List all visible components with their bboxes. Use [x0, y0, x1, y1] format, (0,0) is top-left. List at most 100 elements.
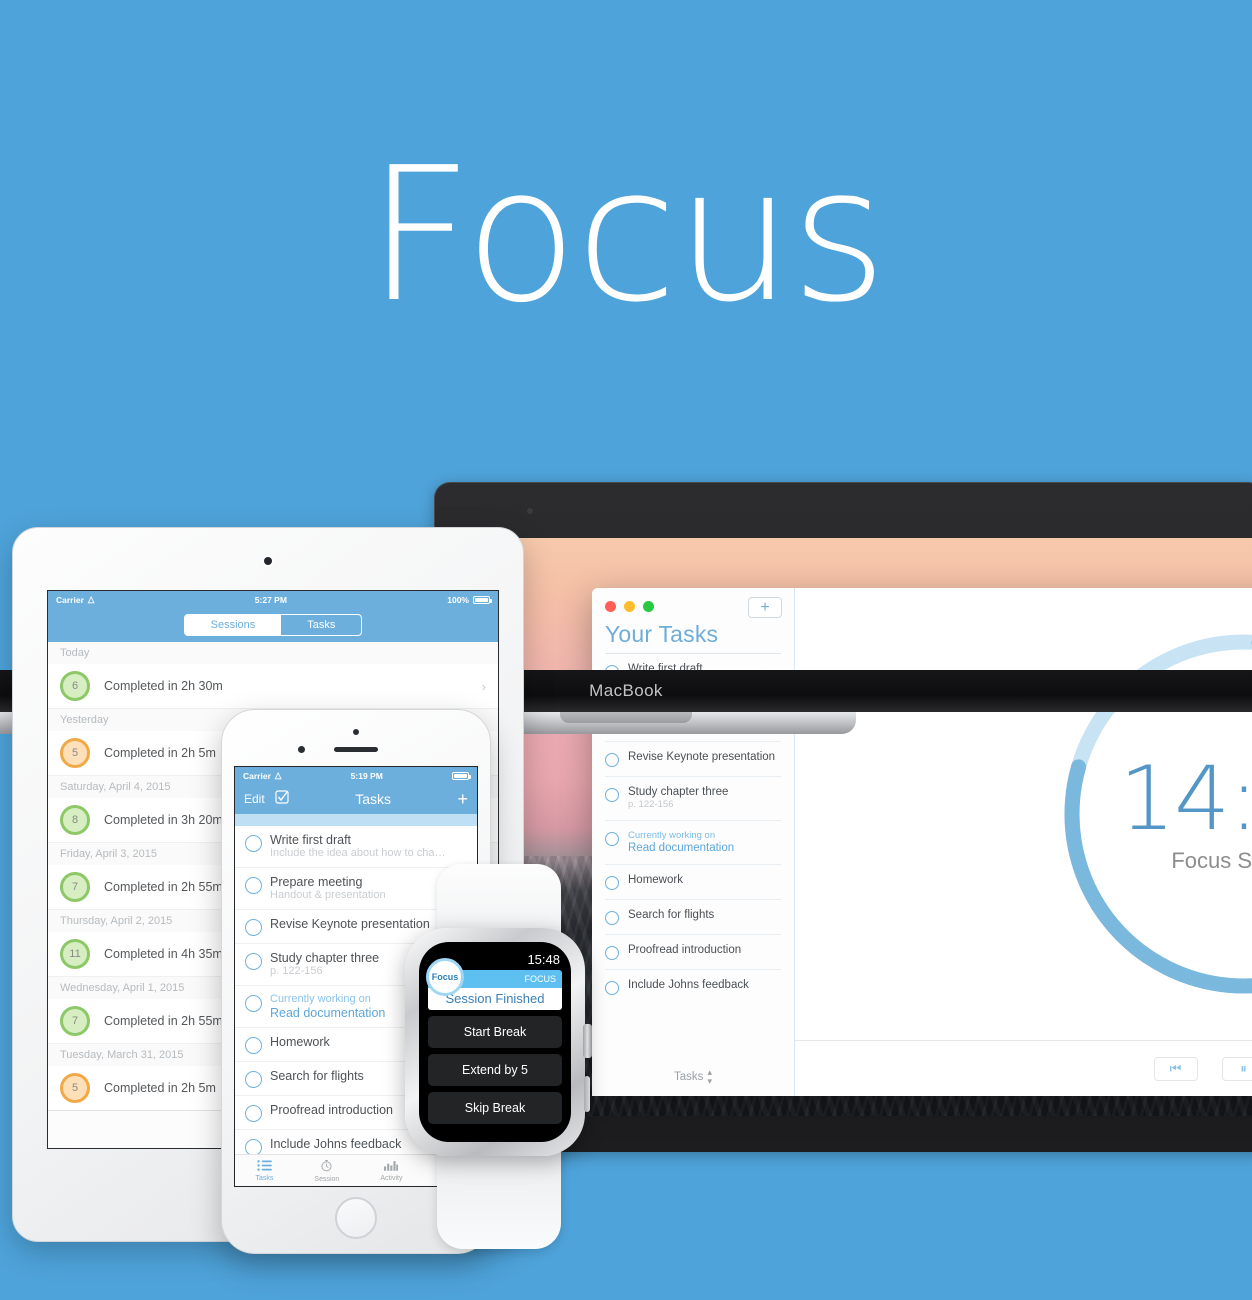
task-checkbox-icon[interactable]	[605, 876, 619, 890]
chevron-updown-icon[interactable]: ▴ ▾	[707, 1068, 712, 1086]
mac-task-row[interactable]: Include Johns feedback	[605, 969, 781, 1004]
iphone-task-title: Search for flights	[270, 1069, 364, 1083]
iphone-task-subtitle: Handout & presentation	[270, 889, 386, 901]
close-button[interactable]	[605, 601, 616, 612]
tab-session[interactable]: Session	[314, 1159, 339, 1183]
iphone-task-title: Study chapter three	[270, 951, 380, 965]
watch-button-start-break[interactable]: Start Break	[428, 1016, 562, 1048]
ipad-camera-icon	[264, 557, 272, 565]
watch-button-skip-break[interactable]: Skip Break	[428, 1092, 562, 1124]
task-checkbox-icon[interactable]	[245, 995, 262, 1012]
timer-area: 14:38 Focus Session	[795, 588, 1252, 1040]
iphone-task-subtitle: Include the idea about how to change t…	[270, 847, 448, 859]
segmented-control[interactable]: Sessions Tasks	[183, 614, 363, 636]
session-count-badge: 5	[60, 1073, 90, 1103]
iphone-speaker	[334, 747, 378, 752]
task-checkbox-icon[interactable]	[245, 953, 262, 970]
segment-sessions[interactable]: Sessions	[184, 615, 282, 635]
watch-screen: 15:48 Focus FOCUS Session Finished Start…	[419, 942, 571, 1142]
tab-label: Tasks	[255, 1174, 274, 1182]
zoom-button[interactable]	[643, 601, 654, 612]
session-row[interactable]: 6 Completed in 2h 30m ›	[48, 664, 498, 709]
watch-button-extend-by-5[interactable]: Extend by 5	[428, 1054, 562, 1086]
mac-task-text: Currently working on Read documentation	[628, 830, 734, 855]
mac-task-row[interactable]: Search for flights	[605, 899, 781, 934]
add-task-button[interactable]: +	[457, 789, 468, 810]
watch-body: 15:48 Focus FOCUS Session Finished Start…	[405, 928, 592, 1156]
task-checkbox-icon[interactable]	[605, 832, 619, 846]
add-task-button[interactable]: +	[748, 597, 782, 618]
session-count-badge: 7	[60, 872, 90, 902]
watch-action-buttons: Start Break Extend by 5 Skip Break	[428, 1016, 562, 1124]
task-checkbox-icon[interactable]	[245, 877, 262, 894]
task-checkbox-icon[interactable]	[245, 1037, 262, 1054]
session-summary: Completed in 2h 55m	[104, 1014, 223, 1028]
mac-task-row[interactable]: Study chapter three p. 122-156	[605, 776, 781, 820]
mac-task-text: Revise Keynote presentation	[628, 751, 775, 764]
task-checkbox-icon[interactable]	[245, 1071, 262, 1088]
iphone-task-title: Proofread introduction	[270, 1103, 393, 1117]
mac-task-title: Read documentation	[628, 842, 735, 854]
mac-sidebar: + Your Tasks Write first draftOn how to …	[592, 588, 795, 1096]
task-checkbox-icon[interactable]	[605, 981, 619, 995]
timer-icon	[320, 1159, 333, 1174]
mac-task-row[interactable]: Homework	[605, 864, 781, 899]
iphone-task-text: Homework	[270, 1035, 330, 1049]
task-checkbox-icon[interactable]	[605, 946, 619, 960]
iphone-sensor-icon	[298, 746, 305, 753]
mac-task-row[interactable]: Proofread introduction	[605, 934, 781, 969]
mac-task-row[interactable]: Currently working on Read documentation	[605, 820, 781, 864]
checkbox-icon[interactable]	[275, 789, 289, 809]
session-count-badge: 6	[60, 671, 90, 701]
tab-label: Session	[314, 1175, 340, 1183]
task-checkbox-icon[interactable]	[245, 835, 262, 852]
iphone-task-text: Prepare meeting Handout & presentation	[270, 875, 386, 902]
minimize-button[interactable]	[624, 601, 635, 612]
iphone-task-text: Include Johns feedback	[270, 1137, 401, 1151]
ipad-clock: 5:27 PM	[254, 594, 287, 605]
iphone-highlight-bar	[235, 814, 477, 826]
chevron-right-icon: ›	[481, 678, 486, 694]
iphone-task-title: Read documentation	[270, 1006, 386, 1020]
pause-button[interactable]: ⏸	[1221, 1056, 1252, 1081]
session-summary: Completed in 2h 5m	[104, 1081, 216, 1095]
iphone-task-title: Prepare meeting	[270, 875, 363, 889]
iphone-task-title: Homework	[270, 1035, 330, 1049]
previous-button[interactable]: ⏮	[1153, 1056, 1198, 1081]
mac-task-title: Search for flights	[628, 909, 715, 921]
digital-crown-icon[interactable]	[583, 1024, 592, 1058]
watch-app-name: FOCUS	[524, 974, 557, 984]
edit-button[interactable]: Edit	[244, 792, 265, 806]
watch-side-button[interactable]	[584, 1076, 590, 1112]
tab-tasks[interactable]: Tasks	[255, 1159, 274, 1182]
mac-task-title: Revise Keynote presentation	[628, 751, 776, 763]
ipad-status-bar: Carrier △ 5:27 PM 100%	[48, 591, 498, 608]
mac-task-title: Homework	[628, 874, 683, 886]
iphone-battery	[452, 771, 471, 780]
your-tasks-heading: Your Tasks	[605, 621, 719, 647]
mac-task-row[interactable]: Revise Keynote presentation	[605, 741, 781, 776]
task-checkbox-icon[interactable]	[605, 911, 619, 925]
mac-task-text: Proofread introduction	[628, 944, 741, 957]
iphone-task-row[interactable]: Write first draft Include the idea about …	[235, 826, 477, 868]
task-checkbox-icon[interactable]	[605, 753, 619, 767]
session-count-badge: 7	[60, 1006, 90, 1036]
task-checkbox-icon[interactable]	[605, 788, 619, 802]
segment-tasks[interactable]: Tasks	[281, 615, 361, 635]
app-logo-icon: Focus	[426, 958, 464, 996]
macbook-camera-icon	[527, 508, 533, 514]
mac-footer-label: Tasks	[674, 1071, 704, 1083]
home-button[interactable]	[335, 1197, 377, 1239]
task-checkbox-icon[interactable]	[245, 919, 262, 936]
session-summary: Completed in 3h 20m	[104, 813, 223, 827]
iphone-task-text: Study chapter three p. 122-156	[270, 951, 379, 978]
ipad-navbar: Sessions Tasks	[48, 608, 498, 642]
task-checkbox-icon[interactable]	[245, 1105, 262, 1122]
mac-timer-panel: 14:38 Focus Session ⏮⏸⏭	[795, 588, 1252, 1096]
playback-controls: ⏮⏸⏭	[795, 1040, 1252, 1096]
mac-list-selector[interactable]: Tasks ▴ ▾	[592, 1058, 794, 1096]
iphone-task-text: Currently working on Read documentation	[270, 993, 385, 1020]
watch-app-header: Focus FOCUS	[426, 958, 562, 996]
pause-icon: ⏸	[1240, 1060, 1247, 1076]
session-count-badge: 8	[60, 805, 90, 835]
